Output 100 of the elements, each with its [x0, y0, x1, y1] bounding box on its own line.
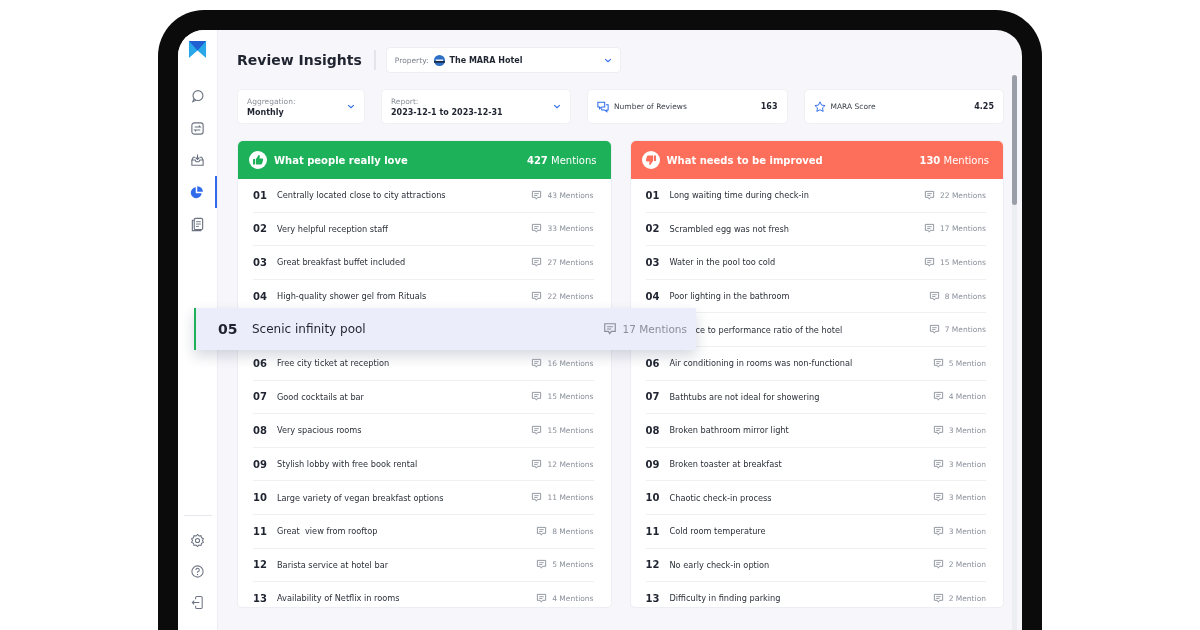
item-number: 06 [253, 357, 268, 369]
dragged-list-item[interactable]: 05 Scenic infinity pool 17 Mentions [194, 308, 696, 351]
chat-icon[interactable] [190, 88, 205, 104]
comment-icon [531, 189, 543, 201]
item-number: 07 [253, 391, 268, 403]
item-text: Poor lighting in the bathroom [669, 291, 790, 302]
comment-icon [932, 559, 944, 571]
item-number: 02 [645, 223, 661, 235]
item-text: Cold room temperature [669, 526, 766, 537]
item-text: Very helpful reception staff [277, 223, 388, 234]
item-number: 13 [645, 592, 661, 604]
comment-icon [531, 357, 543, 369]
comment-icon [932, 458, 944, 470]
chevron-down-icon [603, 57, 612, 63]
comment-icon [923, 257, 935, 268]
item-number: 12 [645, 559, 661, 571]
logout-icon[interactable] [190, 595, 205, 610]
item-number: 11 [645, 525, 661, 537]
scrollbar[interactable] [1012, 75, 1017, 630]
comment-icon [531, 458, 543, 470]
document-icon[interactable] [190, 216, 205, 232]
item-number: 09 [645, 458, 661, 470]
thumbs-down-icon [641, 151, 660, 169]
item-number: 06 [645, 357, 661, 369]
item-number: 12 [253, 559, 268, 571]
hotel-avatar-icon [433, 54, 445, 66]
item-text: Air conditioning in rooms was non-functional [669, 358, 853, 369]
mention-total: 427 Mentions [526, 154, 597, 166]
item-text: High-quality shower gel from Rituals [277, 291, 427, 302]
chat-bubbles-icon [597, 100, 609, 113]
comment-icon [536, 525, 548, 537]
comment-icon [536, 592, 548, 604]
comment-icon [536, 559, 548, 571]
comment-icon [531, 492, 543, 504]
item-text: Barista service at hotel bar [277, 559, 389, 570]
mention-total: 130 Mentions [919, 154, 989, 166]
item-text: Water in the pool too cold [669, 257, 776, 268]
item-text: Large variety of vegan breakfast options [277, 492, 444, 503]
item-number: 03 [253, 257, 268, 268]
chevron-down-icon [347, 104, 355, 109]
item-text: Very spacious rooms [277, 425, 362, 436]
item-number: 02 [253, 223, 268, 235]
comment-icon [531, 257, 543, 268]
filter-value: 2023-12-1 to 2023-12-31 [391, 107, 503, 117]
item-number: 08 [645, 424, 661, 436]
item-text: Broken bathroom mirror light [669, 425, 789, 436]
panel-title: What people really love [274, 154, 408, 166]
logo-icon [188, 40, 207, 59]
item-text: Centrally located close to city attractions [277, 190, 446, 201]
comment-icon [932, 424, 944, 436]
help-icon[interactable] [190, 564, 205, 579]
item-number: 03 [645, 257, 661, 268]
comment-icon [602, 322, 617, 337]
item-number: 13 [253, 592, 268, 604]
item-number: 08 [253, 424, 268, 436]
comment-icon [531, 424, 543, 436]
item-text: Availability of Netflix in rooms [277, 593, 400, 604]
comment-icon [923, 189, 935, 201]
item-text: Scrambled egg was not fresh [669, 223, 790, 234]
comment-icon [923, 223, 935, 235]
stat-value: 163 [760, 102, 778, 111]
comment-icon [928, 290, 940, 302]
filter-value: Monthly [247, 107, 285, 117]
item-number: 04 [645, 290, 661, 302]
item-text: Bathtubs are not ideal for showering [669, 391, 820, 402]
item-number: 07 [645, 391, 661, 403]
item-text: Long waiting time during check-in [669, 190, 809, 201]
inbox-icon[interactable] [190, 152, 205, 168]
property-value: The MARA Hotel [449, 55, 523, 65]
comment-icon [932, 525, 944, 537]
chevron-down-icon [553, 104, 561, 109]
stat-value: 4.25 [974, 102, 994, 111]
item-number: 04 [253, 290, 268, 302]
comment-icon [932, 592, 944, 604]
item-number: 10 [645, 492, 661, 504]
item-text: Broken toaster at breakfast [669, 459, 782, 470]
comment-icon [531, 223, 543, 235]
star-icon [813, 100, 826, 113]
item-text: No early check-in option [669, 559, 770, 570]
comment-icon [531, 391, 543, 403]
panel-title: What needs to be improved [666, 154, 823, 166]
item-text: Stylish lobby with free book rental [277, 459, 418, 470]
comment-icon [932, 492, 944, 504]
item-text: Free city ticket at reception [277, 358, 390, 369]
comment-icon [932, 391, 944, 403]
item-text: Great view from rooftop [277, 526, 378, 537]
item-text: ce to performance ratio of the hotel [695, 324, 843, 335]
item-text: Good cocktails at bar [277, 391, 364, 402]
item-number: 09 [253, 458, 268, 470]
settings-icon[interactable] [190, 533, 205, 548]
item-text: Great breakfast buffet included [277, 257, 406, 268]
item-number: 01 [253, 189, 268, 201]
item-text: Difficulty in finding parking [669, 593, 781, 604]
pie-chart-icon[interactable] [189, 184, 204, 200]
comment-icon [531, 290, 543, 302]
item-number: 11 [253, 525, 268, 537]
transfer-icon[interactable] [190, 120, 205, 136]
comment-icon [928, 324, 940, 336]
comment-icon [932, 357, 944, 369]
item-number: 01 [645, 189, 661, 201]
